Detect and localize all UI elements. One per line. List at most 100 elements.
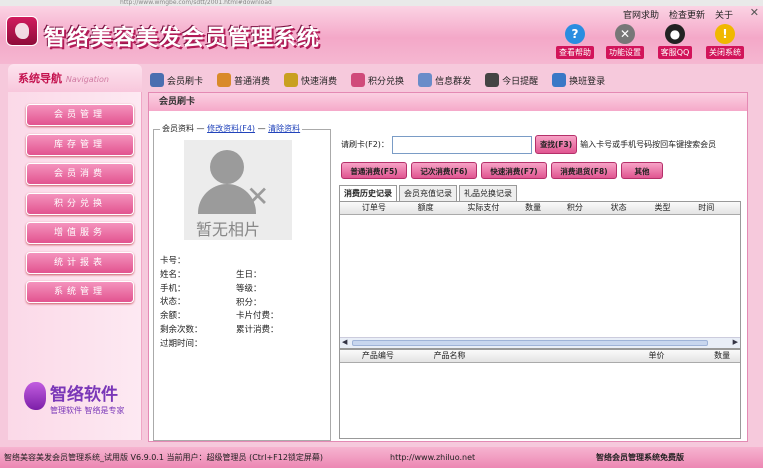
member-field-label: 累计消费： — [236, 325, 279, 336]
app-header: 智络美容美发会员管理系统 官网求助 检查更新 关于 ✕ ? 查看帮助 ✕ 功能设置 ● 客… — [0, 6, 763, 64]
toolbar-label: 今日提醒 — [502, 76, 539, 87]
action-button[interactable]: 普通消费(F5) — [341, 162, 407, 179]
member-legend-label: 会员资料 — [162, 124, 194, 133]
warning-icon: ! — [715, 24, 735, 44]
row-header-cell — [340, 202, 358, 214]
member-field-label: 卡号： — [160, 256, 186, 266]
link-check-update[interactable]: 检查更新 — [669, 8, 705, 21]
toolbar-item[interactable]: 今日提醒 — [485, 73, 538, 87]
main-panel: 会员刷卡 会员资料 — 修改资料(F4) — 清除资料 ✕ 暂无相片 卡号： 姓名… — [148, 92, 748, 442]
toolbar-item[interactable]: 积分兑换 — [351, 73, 404, 87]
tab[interactable]: 礼品兑换记录 — [459, 185, 517, 201]
toolbar-item[interactable]: 普通消费 — [217, 73, 270, 87]
quick-button[interactable]: ! 关闭系统 — [703, 24, 747, 59]
status-left-text: 智络美容美发会员管理系统_试用版 V6.9.0.1 当前用户：超级管理员 (Ct… — [4, 453, 324, 462]
sidebar-item[interactable]: 系统管理 — [26, 281, 134, 303]
column-header[interactable]: 产品名称 — [430, 350, 645, 362]
column-header[interactable]: 数量 — [710, 350, 740, 362]
member-field-label: 余额： — [160, 311, 186, 322]
close-icon[interactable]: ✕ — [750, 6, 759, 19]
column-header[interactable]: 产品编号 — [358, 350, 430, 362]
member-field-label: 手机： — [160, 283, 186, 294]
tab[interactable]: 会员充值记录 — [399, 185, 457, 201]
clear-member-link[interactable]: 清除资料 — [268, 124, 300, 133]
toolbar-item[interactable]: 信息群发 — [418, 73, 471, 87]
top-links: 官网求助 检查更新 关于 — [623, 8, 733, 21]
search-button[interactable]: 查找(F3) — [534, 135, 578, 154]
card-label: 请刷卡(F2)： — [341, 140, 389, 149]
quick-button-label: 关闭系统 — [706, 46, 744, 59]
gift-icon — [351, 73, 366, 87]
sidebar-item[interactable]: 统计报表 — [26, 251, 134, 274]
quick-button[interactable]: ✕ 功能设置 — [603, 24, 647, 59]
login-icon — [552, 73, 567, 87]
toolbar-item[interactable]: 快速消费 — [284, 73, 337, 87]
column-header[interactable]: 额度 — [414, 202, 464, 214]
link-online-help[interactable]: 官网求助 — [623, 8, 659, 21]
column-header[interactable]: 状态 — [607, 202, 651, 214]
product-header: 产品编号 产品名称 单价 数量 — [340, 350, 740, 363]
toolbar-item[interactable]: 换班登录 — [552, 73, 605, 87]
nav-header: 系统导航 Navigation — [8, 64, 142, 92]
scroll-right-icon[interactable]: ▶ — [733, 338, 738, 346]
qq-icon: ● — [665, 24, 685, 44]
action-button[interactable]: 记次消费(F6) — [411, 162, 477, 179]
message-icon — [418, 73, 433, 87]
history-hscrollbar[interactable]: ◀ ▶ — [340, 337, 740, 348]
app-logo-icon — [6, 16, 38, 46]
avatar-head-icon — [210, 150, 244, 184]
status-url[interactable]: http://www.zhiluo.net — [390, 447, 475, 468]
main-toolbar: 会员刷卡 普通消费 快速消费 积分兑换 信息群发 今日提醒 换班登录 — [150, 68, 605, 92]
column-header[interactable]: 单价 — [644, 350, 710, 362]
card-swipe-row: 请刷卡(F2)： 查找(F3) 输入卡号或手机号码按回车键搜索会员 — [341, 135, 716, 154]
member-field-label: 姓名： — [160, 269, 186, 280]
toolbar-item[interactable]: 会员刷卡 — [150, 73, 203, 87]
member-box-legend: 会员资料 — 修改资料(F4) — 清除资料 — [160, 123, 303, 134]
panel-title: 会员刷卡 — [149, 93, 747, 111]
member-field-label: 生日： — [236, 270, 262, 280]
sidebar-item[interactable]: 库存管理 — [26, 133, 134, 156]
quick-button[interactable]: ● 客服QQ — [653, 24, 697, 59]
column-header[interactable]: 积分 — [563, 202, 607, 214]
action-button[interactable]: 消费退货(F8) — [551, 162, 617, 179]
row-header-cell — [340, 350, 358, 362]
edit-member-link[interactable]: 修改资料(F4) — [207, 124, 255, 133]
member-photo: ✕ 暂无相片 — [184, 140, 292, 240]
brand-logo-icon — [24, 382, 46, 410]
clock-icon — [485, 73, 500, 87]
scroll-left-icon[interactable]: ◀ — [342, 338, 347, 346]
column-header[interactable]: 数量 — [521, 202, 563, 214]
member-field-label: 等级： — [236, 283, 262, 294]
brand: 智络软件 管理软件 智络是专家 — [22, 380, 138, 416]
toolbar-label: 换班登录 — [569, 76, 606, 87]
quick-button-label: 查看帮助 — [556, 46, 594, 59]
column-header[interactable]: 订单号 — [358, 202, 414, 214]
action-button[interactable]: 快速消费(F7) — [481, 162, 547, 179]
sidebar-item[interactable]: 会员消费 — [26, 163, 134, 185]
column-header[interactable]: 实际支付 — [463, 202, 521, 214]
card-hint: 输入卡号或手机号码按回车键搜索会员 — [580, 140, 717, 149]
nav-title: 系统导航 — [18, 72, 62, 85]
quick-buttons: ? 查看帮助 ✕ 功能设置 ● 客服QQ! 关闭系统 — [553, 24, 747, 59]
tab[interactable]: 消费历史记录 — [339, 185, 397, 201]
member-field-label: 积分： — [236, 297, 262, 308]
sidebar-item[interactable]: 积分兑换 — [26, 192, 134, 215]
status-bar: 智络美容美发会员管理系统_试用版 V6.9.0.1 当前用户：超级管理员 (Ct… — [0, 447, 763, 468]
quick-button[interactable]: ? 查看帮助 — [553, 24, 597, 59]
column-header[interactable]: 类型 — [650, 202, 694, 214]
scroll-thumb[interactable] — [352, 340, 708, 346]
sidebar: 智络软件 管理软件 智络是专家 会员管理库存管理会员消费积分兑换增值服务统计报表… — [8, 92, 142, 440]
column-header[interactable]: 时间 — [694, 202, 740, 214]
quick-button-label: 功能设置 — [606, 46, 644, 59]
card-number-input[interactable] — [391, 135, 532, 154]
sidebar-item[interactable]: 增值服务 — [26, 222, 134, 244]
product-grid: 产品编号 产品名称 单价 数量 — [339, 349, 741, 439]
tools-icon: ✕ — [615, 24, 635, 44]
sidebar-item[interactable]: 会员管理 — [26, 104, 134, 126]
status-right-text: 智络会员管理系统免费版 — [596, 453, 684, 462]
toolbar-label: 快速消费 — [301, 76, 338, 87]
link-about[interactable]: 关于 — [715, 8, 733, 21]
history-grid: 订单号 额度 实际支付 数量 积分 状态 类型 时间 ◀ ▶ — [339, 201, 741, 349]
toolbar-label: 普通消费 — [234, 76, 271, 87]
action-button[interactable]: 其他 — [621, 162, 663, 179]
